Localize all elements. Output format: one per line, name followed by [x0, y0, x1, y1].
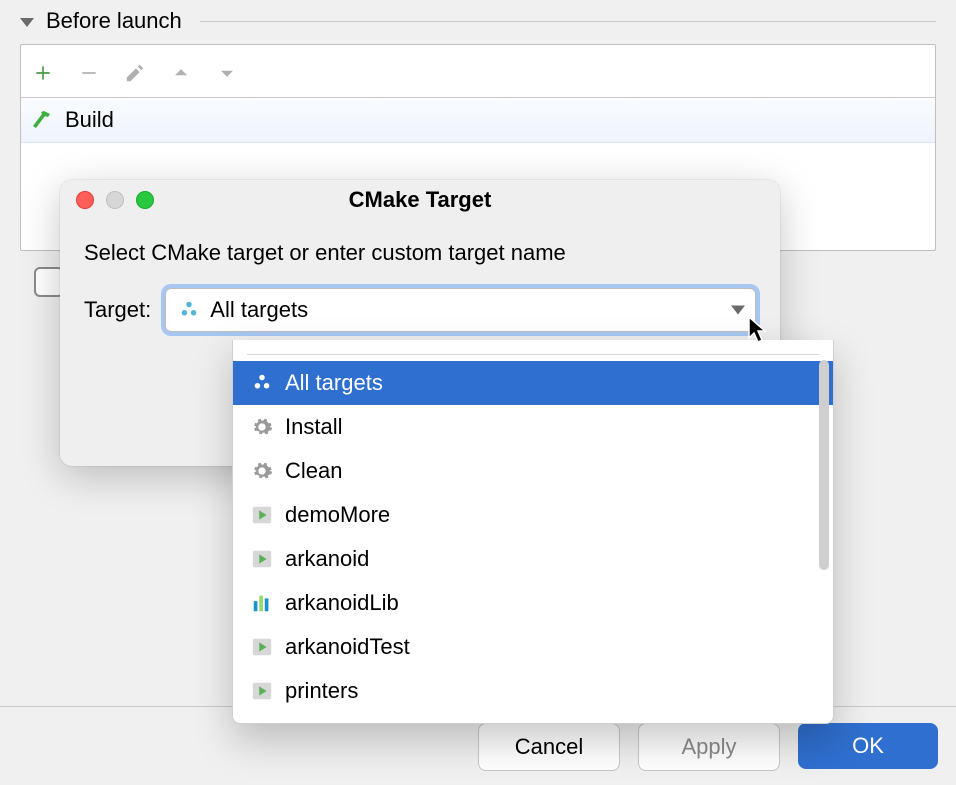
dropdown-item-demomore[interactable]: demoMore: [233, 493, 833, 537]
before-launch-header[interactable]: Before launch: [0, 0, 956, 38]
header-divider: [200, 21, 936, 22]
gear-icon: [251, 460, 273, 482]
task-row-build[interactable]: Build: [21, 98, 935, 143]
ok-button[interactable]: OK: [798, 723, 938, 769]
target-dropdown[interactable]: All targets Install Clean demoMore arkan…: [232, 340, 834, 724]
run-box-icon: [251, 680, 273, 702]
dropdown-item-install[interactable]: Install: [233, 405, 833, 449]
minus-icon: [79, 63, 99, 83]
cancel-button[interactable]: Cancel: [478, 723, 620, 771]
chevron-down-icon: [731, 306, 745, 315]
dropdown-item-label: All targets: [285, 370, 383, 396]
dropdown-scrollbar[interactable]: [819, 360, 829, 570]
apply-button[interactable]: Apply: [638, 723, 780, 771]
hammer-icon: [31, 108, 55, 132]
task-label: Build: [65, 107, 114, 133]
add-button[interactable]: [31, 61, 55, 85]
popup-titlebar[interactable]: CMake Target: [60, 180, 780, 220]
run-box-icon: [251, 636, 273, 658]
dropdown-divider: [247, 354, 819, 355]
minimize-window-button[interactable]: [106, 191, 124, 209]
popup-title: CMake Target: [60, 187, 780, 213]
close-window-button[interactable]: [76, 191, 94, 209]
section-title: Before launch: [46, 8, 182, 34]
target-combobox[interactable]: All targets: [165, 288, 756, 332]
cluster-icon: [251, 372, 273, 394]
dropdown-item-arkanoidtest[interactable]: arkanoidTest: [233, 625, 833, 669]
target-combobox-value: All targets: [210, 297, 308, 323]
dropdown-item-all-targets[interactable]: All targets: [233, 361, 833, 405]
dropdown-item-label: arkanoidTest: [285, 634, 410, 660]
cluster-icon: [178, 299, 200, 321]
remove-button[interactable]: [77, 61, 101, 85]
triangle-down-icon: [218, 64, 236, 82]
cmake-target-popup: CMake Target Select CMake target or ente…: [60, 180, 780, 466]
triangle-up-icon: [172, 64, 190, 82]
run-box-icon: [251, 504, 273, 526]
window-traffic-lights: [60, 191, 154, 209]
dropdown-item-label: Install: [285, 414, 342, 440]
dropdown-item-label: arkanoid: [285, 546, 369, 572]
popup-instruction: Select CMake target or enter custom targ…: [84, 240, 756, 266]
move-down-button[interactable]: [215, 61, 239, 85]
dropdown-item-arkanoidlib[interactable]: arkanoidLib: [233, 581, 833, 625]
dropdown-item-label: demoMore: [285, 502, 390, 528]
dropdown-item-arkanoid[interactable]: arkanoid: [233, 537, 833, 581]
bars-icon: [251, 592, 273, 614]
dropdown-item-label: arkanoidLib: [285, 590, 399, 616]
chevron-down-icon: [20, 18, 34, 27]
target-label: Target:: [84, 297, 151, 323]
dropdown-item-label: Clean: [285, 458, 342, 484]
dropdown-item-printers[interactable]: printers: [233, 669, 833, 713]
zoom-window-button[interactable]: [136, 191, 154, 209]
move-up-button[interactable]: [169, 61, 193, 85]
dropdown-item-clean[interactable]: Clean: [233, 449, 833, 493]
tasks-toolbar: [21, 45, 935, 98]
dropdown-item-label: printers: [285, 678, 358, 704]
pencil-icon: [124, 62, 146, 84]
plus-icon: [33, 63, 53, 83]
edit-button[interactable]: [123, 61, 147, 85]
gear-icon: [251, 416, 273, 438]
run-box-icon: [251, 548, 273, 570]
